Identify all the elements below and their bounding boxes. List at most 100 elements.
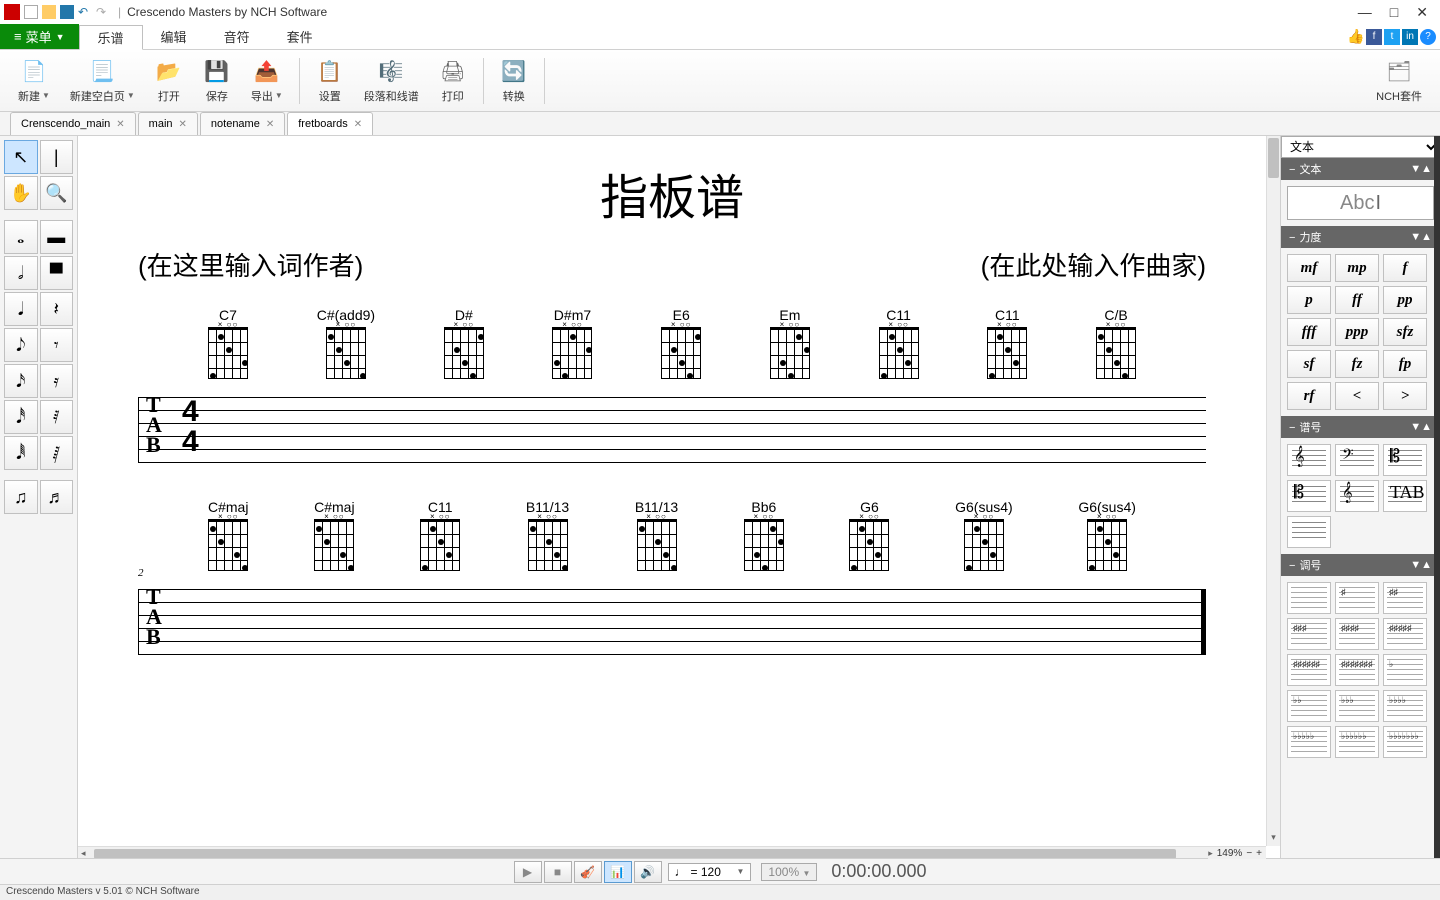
tool-32nd-note[interactable]: 𝅘𝅥𝅰 <box>4 400 38 434</box>
panel-scrollbar[interactable] <box>1434 136 1440 860</box>
tempo-field[interactable]: ♩ ▼ <box>668 863 752 881</box>
dynamic-rf[interactable]: rf <box>1287 382 1331 410</box>
facebook-icon[interactable]: f <box>1366 29 1382 45</box>
canvas[interactable]: 指板谱 (在这里输入词作者) (在此处输入作曲家) C7× ○○C#(add9)… <box>78 136 1280 860</box>
sound-button[interactable]: 🔊 <box>634 861 662 883</box>
clef-button-6[interactable] <box>1287 516 1331 548</box>
dynamic-f[interactable]: f <box>1383 254 1427 282</box>
chord-diagram[interactable]: C11× ○○ <box>987 307 1027 379</box>
chord-diagram[interactable]: D#× ○○ <box>444 307 484 379</box>
thumbsup-icon[interactable]: 👍 <box>1348 29 1364 45</box>
close-button[interactable]: ✕ <box>1416 4 1428 21</box>
ribbon-export[interactable]: 📤 导出▼ <box>251 58 283 104</box>
qat-open-icon[interactable] <box>42 5 56 19</box>
stop-button[interactable]: ■ <box>544 861 572 883</box>
chord-diagram[interactable]: G6(sus4)× ○○ <box>1078 499 1136 571</box>
chord-diagram[interactable]: E6× ○○ <box>661 307 701 379</box>
key-signature-12[interactable]: ♭♭♭♭♭ <box>1287 726 1331 758</box>
scroll-thumb[interactable] <box>1268 138 1279 178</box>
key-signature-7[interactable]: ♯♯♯♯♯♯♯ <box>1335 654 1379 686</box>
twitter-icon[interactable]: t <box>1384 29 1400 45</box>
chord-diagram[interactable]: C11× ○○ <box>879 307 919 379</box>
tool-eighth-rest[interactable]: 𝄾 <box>40 328 74 362</box>
dynamic-mf[interactable]: mf <box>1287 254 1331 282</box>
ribbon-save[interactable]: 💾 保存 <box>203 58 231 104</box>
key-signature-2[interactable]: ♯♯ <box>1383 582 1427 614</box>
key-signature-4[interactable]: ♯♯♯♯ <box>1335 618 1379 650</box>
tool-beam1[interactable]: ♫ <box>4 480 38 514</box>
dynamic-decresc[interactable]: > <box>1383 382 1427 410</box>
time-signature[interactable]: 4 4 <box>182 397 199 457</box>
key-signature-14[interactable]: ♭♭♭♭♭♭♭ <box>1383 726 1427 758</box>
tab-staff-1[interactable]: TAB 4 4 <box>138 389 1206 473</box>
key-signature-0[interactable] <box>1287 582 1331 614</box>
close-icon[interactable]: ✕ <box>116 119 124 130</box>
chord-diagram[interactable]: G6(sus4)× ○○ <box>955 499 1013 571</box>
tool-hand[interactable]: ✋ <box>4 176 38 210</box>
key-signature-13[interactable]: ♭♭♭♭♭♭ <box>1335 726 1379 758</box>
tool-sixteenth-rest[interactable]: 𝄿 <box>40 364 74 398</box>
help-icon[interactable]: ? <box>1420 29 1436 45</box>
section-text-header[interactable]: −文本 ▼▲ <box>1281 158 1440 180</box>
composer-field[interactable]: (在此处输入作曲家) <box>981 246 1206 283</box>
dynamic-ff[interactable]: ff <box>1335 286 1379 314</box>
chord-diagram[interactable]: C#(add9)× ○○ <box>317 307 375 379</box>
chord-diagram[interactable]: Bb6× ○○ <box>744 499 784 571</box>
panel-selector[interactable]: 文本 <box>1281 136 1440 158</box>
tab-score[interactable]: 乐谱 <box>79 25 143 50</box>
dynamic-sfz[interactable]: sfz <box>1383 318 1427 346</box>
linkedin-icon[interactable]: in <box>1402 29 1418 45</box>
metronome-button[interactable]: 📊 <box>604 861 632 883</box>
tool-sixteenth-note[interactable]: 𝅘𝅥𝅯 <box>4 364 38 398</box>
qat-save-icon[interactable] <box>60 5 74 19</box>
tool-64th-rest[interactable]: 𝅁 <box>40 436 74 470</box>
chord-diagram[interactable]: C#maj× ○○ <box>208 499 248 571</box>
section-keys-header[interactable]: −调号 ▼▲ <box>1281 554 1440 576</box>
tab-suite[interactable]: 套件 <box>269 24 332 49</box>
tool-half-note[interactable]: 𝅗𝅥 <box>4 256 38 290</box>
chord-diagram[interactable]: C7× ○○ <box>208 307 248 379</box>
dynamic-p[interactable]: p <box>1287 286 1331 314</box>
clef-button-4[interactable]: 𝄞 <box>1335 480 1379 512</box>
chord-diagram[interactable]: B11/13× ○○ <box>635 499 678 571</box>
tool-select[interactable]: ↖ <box>4 140 38 174</box>
tool-whole-note[interactable]: 𝅝 <box>4 220 38 254</box>
chevron-down-icon[interactable]: ▼ <box>737 867 745 876</box>
doctab-fretboards[interactable]: fretboards✕ <box>287 112 373 135</box>
tab-edit[interactable]: 编辑 <box>143 24 206 49</box>
key-signature-9[interactable]: ♭♭ <box>1287 690 1331 722</box>
scroll-down-icon[interactable]: ▾ <box>1267 832 1280 846</box>
clef-button-1[interactable]: 𝄢 <box>1335 444 1379 476</box>
playback-speed[interactable]: 100% ▼ <box>761 863 817 881</box>
tool-eighth-note[interactable]: 𝅘𝅥𝅮 <box>4 328 38 362</box>
tool-text-cursor[interactable]: | <box>40 140 74 174</box>
zoom-out-button[interactable]: − <box>1246 848 1252 859</box>
tool-zoom[interactable]: 🔍 <box>40 176 74 210</box>
chord-diagram[interactable]: C/B× ○○ <box>1096 307 1136 379</box>
section-clefs-header[interactable]: −谱号 ▼▲ <box>1281 416 1440 438</box>
tool-32nd-rest[interactable]: 𝅀 <box>40 400 74 434</box>
maximize-button[interactable]: □ <box>1390 4 1398 21</box>
tool-quarter-note[interactable]: 𝅘𝅥 <box>4 292 38 326</box>
chord-diagram[interactable]: C11× ○○ <box>420 499 460 571</box>
clef-button-5[interactable]: TAB <box>1383 480 1427 512</box>
chord-diagram[interactable]: G6× ○○ <box>849 499 889 571</box>
chord-diagram[interactable]: B11/13× ○○ <box>526 499 569 571</box>
qat-new-icon[interactable] <box>24 5 38 19</box>
ribbon-settings[interactable]: 📋 设置 <box>316 58 344 104</box>
tool-beam2[interactable]: ♬ <box>40 480 74 514</box>
ribbon-new-blank[interactable]: 📃 新建空白页▼ <box>70 58 135 104</box>
tool-64th-note[interactable]: 𝅘𝅥𝅱 <box>4 436 38 470</box>
section-dynamics-header[interactable]: −力度 ▼▲ <box>1281 226 1440 248</box>
doctab-main[interactable]: main✕ <box>138 112 198 135</box>
chord-diagram[interactable]: D#m7× ○○ <box>552 307 592 379</box>
key-signature-10[interactable]: ♭♭♭ <box>1335 690 1379 722</box>
tab-staff-2[interactable]: 2 TAB <box>138 581 1206 665</box>
ribbon-convert[interactable]: 🔄 转换 <box>500 58 528 104</box>
key-signature-5[interactable]: ♯♯♯♯♯ <box>1383 618 1427 650</box>
tool-half-rest[interactable]: ▀ <box>40 256 74 290</box>
qat-undo-icon[interactable]: ↶ <box>78 5 92 19</box>
chord-diagram[interactable]: C#maj× ○○ <box>314 499 354 571</box>
dynamic-fp[interactable]: fp <box>1383 350 1427 378</box>
ribbon-print[interactable]: 🖨 打印 <box>439 58 467 104</box>
